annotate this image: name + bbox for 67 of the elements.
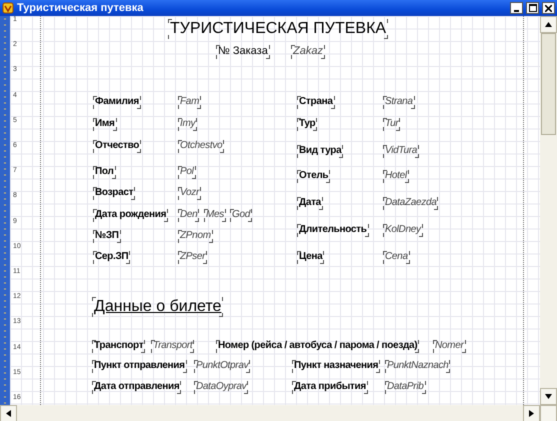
window-title: Туристическая путевка — [17, 2, 144, 14]
field-label: Тур — [297, 118, 318, 130]
maximize-button[interactable] — [526, 2, 539, 14]
field-label: Вид тура — [297, 145, 344, 158]
field-control[interactable]: Zakaz — [291, 45, 325, 59]
scroll-up-button[interactable] — [540, 16, 557, 33]
scroll-right-button[interactable] — [523, 405, 540, 421]
field-label: Сер.ЗП — [93, 251, 130, 264]
field-label: Дата — [297, 197, 323, 210]
field-control[interactable]: Hotel — [383, 170, 409, 182]
field-label: Дата прибытия — [292, 381, 368, 394]
field-control[interactable]: Transport — [151, 340, 194, 352]
horizontal-scrollbar[interactable] — [0, 405, 557, 421]
field-label: № Заказа — [216, 45, 270, 59]
close-button[interactable] — [542, 2, 555, 14]
left-arrow-icon — [6, 410, 11, 417]
field-control[interactable]: Fam — [178, 96, 202, 108]
field-control[interactable]: God — [230, 209, 252, 222]
field-label: Пункт отправления — [92, 360, 187, 372]
field-control[interactable]: Otchestvo — [178, 140, 224, 152]
scroll-down-button[interactable] — [540, 388, 557, 405]
field-label: №ЗП — [93, 230, 121, 242]
field-label: Возраст — [93, 187, 136, 200]
field-control[interactable]: KolDney — [383, 224, 423, 236]
field-label: Имя — [93, 118, 117, 130]
field-control[interactable]: Vozr — [178, 187, 201, 200]
field-label: Фамилия — [93, 96, 141, 108]
scroll-thumb[interactable] — [541, 33, 556, 135]
report-title: ТУРИСТИЧЕСКАЯ ПУТЕВКА — [168, 19, 388, 39]
app-icon — [2, 2, 14, 14]
minimize-button[interactable] — [510, 2, 523, 14]
field-label: Дата рождения — [93, 209, 168, 222]
field-label: Отчество — [93, 140, 142, 152]
field-control[interactable]: Mes — [204, 209, 226, 222]
field-label: Пол — [93, 166, 116, 178]
field-control[interactable]: Nomer — [433, 340, 466, 352]
field-control[interactable]: DataPrib — [385, 381, 426, 394]
scroll-corner — [540, 405, 557, 421]
field-control[interactable]: Tur — [383, 118, 400, 130]
field-label: Дата отправления — [92, 381, 182, 394]
field-control[interactable]: Pol — [178, 166, 196, 178]
scroll-left-button[interactable] — [0, 405, 17, 421]
field-control[interactable]: PunktNaznach — [385, 360, 450, 372]
field-control[interactable]: DataZaezda — [383, 197, 438, 210]
maximize-icon — [528, 4, 536, 12]
field-control[interactable]: Strana — [383, 96, 415, 108]
field-control[interactable]: Cena — [383, 251, 410, 264]
right-arrow-icon — [529, 410, 534, 417]
field-control[interactable]: ZPser — [178, 251, 208, 264]
vertical-scrollbar[interactable] — [540, 16, 557, 405]
field-control[interactable]: Imy — [178, 118, 198, 130]
close-icon — [545, 4, 552, 12]
field-control[interactable]: DataOyprav — [194, 381, 248, 394]
field-control[interactable]: ZPnom — [178, 230, 213, 242]
down-arrow-icon — [545, 394, 552, 399]
field-label: Страна — [297, 96, 335, 108]
field-label: Транспорт — [92, 340, 146, 352]
field-label: Длительность — [297, 224, 369, 236]
field-control[interactable]: Den — [178, 209, 200, 222]
field-control[interactable]: PunktOtprav — [194, 360, 250, 372]
up-arrow-icon — [545, 22, 552, 27]
field-label: Отель — [297, 170, 330, 182]
field-label: Пункт назначения — [292, 360, 380, 372]
field-label: Цена — [297, 251, 324, 264]
section-heading: Данные о билете — [92, 297, 224, 317]
field-label: Номер (рейса / автобуса / парома / поезда) — [216, 340, 420, 352]
field-control[interactable]: VidTura — [383, 145, 419, 158]
